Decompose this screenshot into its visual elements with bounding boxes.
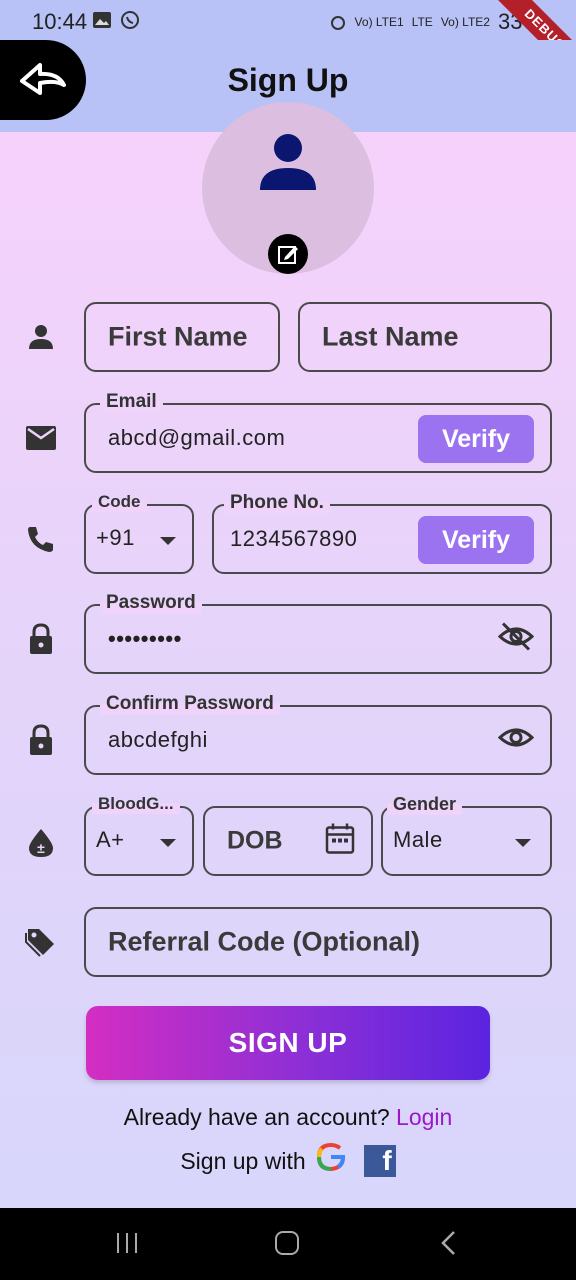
last-name-placeholder: Last Name: [322, 321, 459, 352]
email-field[interactable]: Email abcd@gmail.com Verify: [84, 391, 552, 473]
code-label: Code: [92, 492, 147, 512]
network-2-label: LTE: [411, 15, 433, 29]
chevron-down-icon: [160, 537, 176, 545]
gender-field[interactable]: Gender Male: [381, 794, 552, 876]
edit-photo-button[interactable]: [268, 234, 308, 274]
signup-with-text: Sign up with: [180, 1147, 306, 1174]
last-name-field[interactable]: Last Name: [298, 302, 552, 372]
confirm-password-value: abcdefghi: [108, 727, 208, 752]
status-bar: 10:44 Vo) LTE1 LTE Vo) LTE2 33% DEBUG: [0, 0, 576, 85]
blood-group-value: A+: [96, 827, 125, 852]
eye-off-icon[interactable]: [497, 622, 535, 657]
email-label: Email: [100, 391, 163, 413]
lock-row-icon: [24, 622, 58, 656]
lock-row-icon-2: [24, 723, 58, 757]
chevron-down-icon: [160, 839, 176, 847]
confirm-password-field[interactable]: Confirm Password abcdefghi: [84, 693, 552, 775]
home-button[interactable]: [274, 1230, 300, 1261]
svg-text:±: ±: [37, 840, 45, 856]
phone-label: Phone No.: [224, 492, 330, 514]
gender-value: Male: [393, 827, 443, 852]
person-icon: [260, 134, 316, 190]
first-name-placeholder: First Name: [108, 321, 248, 352]
phone-value: 1234567890: [230, 526, 358, 551]
login-link[interactable]: Login: [396, 1104, 452, 1130]
dob-field[interactable]: DOB: [203, 806, 373, 876]
recents-button[interactable]: [114, 1230, 140, 1261]
facebook-icon[interactable]: f: [363, 1145, 396, 1177]
page-title: Sign Up: [227, 62, 349, 98]
first-name-field[interactable]: First Name: [84, 302, 280, 372]
password-label: Password: [100, 592, 202, 614]
network-1-label: Vo) LTE1: [354, 15, 404, 29]
referral-code-field[interactable]: Referral Code (Optional): [84, 907, 552, 977]
google-icon[interactable]: [316, 1142, 346, 1180]
email-row-icon: [24, 421, 58, 455]
chevron-down-icon: [515, 839, 531, 847]
have-account-text: Already have an account?: [123, 1104, 397, 1130]
back-nav-button[interactable]: [438, 1230, 458, 1261]
email-value: abcd@gmail.com: [108, 425, 286, 450]
password-value: •••••••••: [108, 626, 182, 651]
signup-form: First Name Last Name Email abcd@gmail.co…: [0, 102, 576, 1208]
password-field[interactable]: Password •••••••••: [84, 592, 552, 674]
verify-email-button[interactable]: Verify: [418, 415, 534, 463]
edit-icon: [278, 246, 298, 264]
dob-placeholder: DOB: [227, 826, 283, 855]
gallery-icon: [93, 12, 111, 28]
verify-phone-button[interactable]: Verify: [418, 516, 534, 564]
gender-label: Gender: [387, 794, 463, 815]
network-3-label: Vo) LTE2: [440, 15, 490, 29]
confirm-password-label: Confirm Password: [100, 693, 280, 715]
tag-icon: [24, 924, 58, 958]
calendar-icon[interactable]: [325, 823, 355, 860]
signup-button[interactable]: SIGN UP: [86, 1006, 490, 1080]
phone-field[interactable]: Phone No. 1234567890 Verify: [212, 492, 552, 574]
system-nav-bar: [0, 1208, 576, 1280]
alarm-icon: [330, 16, 345, 30]
code-value: +91: [96, 525, 135, 550]
login-prompt: Already have an account? Login: [0, 1104, 576, 1131]
whatsapp-icon: [121, 11, 139, 29]
social-signup: Sign up with f: [0, 1142, 576, 1180]
person-row-icon: [24, 320, 58, 354]
status-time: 10:44: [32, 9, 88, 34]
referral-placeholder: Referral Code (Optional): [108, 926, 421, 957]
country-code-field[interactable]: Code +91: [84, 492, 194, 574]
blood-group-field[interactable]: BloodG... A+: [84, 794, 194, 876]
blood-group-label: BloodG...: [92, 794, 180, 814]
phone-row-icon: [24, 522, 58, 556]
eye-icon[interactable]: [497, 725, 535, 756]
blood-drop-icon: ±: [24, 826, 58, 860]
notification-icons: [92, 10, 140, 30]
